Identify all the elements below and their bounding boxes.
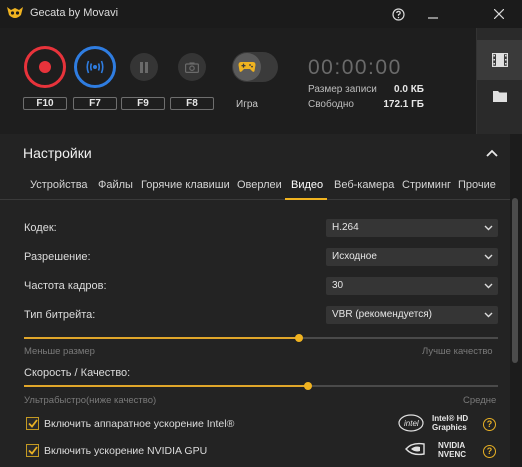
codec-label: Кодек: — [24, 222, 57, 234]
tab-files[interactable]: Файлы — [98, 179, 133, 191]
quality-slider-fill — [24, 337, 299, 339]
codec-value: H.264 — [332, 222, 359, 233]
speed-min-label: Ультрабыстро(ниже качество) — [24, 395, 157, 406]
codec-select[interactable]: H.264 — [326, 219, 498, 237]
recording-timer: 00:00:00 — [308, 56, 402, 79]
folder-button[interactable] — [477, 76, 522, 116]
help-button[interactable] — [381, 0, 415, 28]
side-panel — [476, 28, 522, 134]
chevron-down-icon — [484, 254, 493, 260]
framerate-label: Частота кадров: — [24, 280, 107, 292]
broadcast-icon — [86, 60, 104, 74]
bitrate-value: VBR (рекомендуется) — [332, 309, 432, 320]
nvidia-logo-icon — [405, 442, 425, 456]
record-hotkey: F10 — [23, 97, 67, 110]
chevron-down-icon — [484, 312, 493, 318]
camera-icon — [185, 61, 199, 73]
speed-slider-fill — [24, 385, 308, 387]
svg-text:intel: intel — [404, 419, 419, 428]
speed-slider-handle[interactable] — [304, 382, 312, 390]
tab-streaming[interactable]: Стриминг — [402, 179, 451, 191]
capture-control-panel: F10 F7 F9 F8 Игра 00:00:00 Размер записи… — [0, 28, 476, 134]
resolution-value: Исходное — [332, 251, 377, 262]
record-size-value: 0.0 КБ — [394, 84, 424, 95]
question-circle-icon — [391, 7, 405, 21]
recordings-button[interactable] — [477, 40, 522, 80]
stream-hotkey: F7 — [73, 97, 117, 110]
nvidia-help-icon[interactable]: ? — [483, 445, 496, 458]
active-tab-indicator — [285, 198, 327, 200]
folder-icon — [493, 91, 507, 102]
tab-overlays[interactable]: Оверлеи — [237, 179, 282, 191]
intel-accel-label: Включить аппаратное ускорение Intel® — [44, 418, 235, 430]
intel-hd-graphics-logo: Intel® HD Graphics — [432, 414, 469, 432]
title-bar: Gecata by Movavi — [0, 0, 522, 28]
stream-button[interactable] — [74, 46, 116, 88]
screenshot-hotkey: F8 — [170, 97, 214, 110]
quality-min-label: Меньше размер — [24, 346, 95, 357]
quality-slider[interactable] — [24, 334, 498, 342]
resolution-select[interactable]: Исходное — [326, 248, 498, 266]
pause-button[interactable] — [130, 53, 158, 81]
nvidia-nvenc-logo: NVIDIA NVENC — [438, 441, 467, 459]
chevron-down-icon — [484, 283, 493, 289]
settings-tabs: Устройства Файлы Горячие клавиши Оверлеи… — [0, 172, 510, 200]
intel-logo-icon: intel — [398, 414, 424, 432]
intel-accel-checkbox[interactable] — [26, 417, 39, 430]
tab-devices[interactable]: Устройства — [30, 179, 88, 191]
nvidia-accel-checkbox[interactable] — [26, 444, 39, 457]
screenshot-button[interactable] — [178, 53, 206, 81]
speed-max-label: Средне — [463, 395, 497, 406]
tab-video[interactable]: Видео — [291, 179, 323, 191]
tab-hotkeys[interactable]: Горячие клавиши — [141, 179, 230, 191]
gamepad-icon — [233, 53, 261, 81]
pause-hotkey: F9 — [121, 97, 165, 110]
free-space-value: 172.1 ГБ — [383, 99, 424, 110]
tab-webcam[interactable]: Веб-камера — [334, 179, 394, 191]
tab-other[interactable]: Прочие — [458, 179, 496, 191]
settings-title: Настройки — [23, 145, 92, 161]
speed-quality-label: Скорость / Качество: — [24, 367, 131, 379]
record-button[interactable] — [24, 46, 66, 88]
chevron-up-icon[interactable] — [484, 145, 500, 161]
quality-max-label: Лучше качество — [422, 346, 493, 357]
minimize-icon — [428, 17, 438, 19]
close-icon — [494, 9, 504, 19]
bitrate-select[interactable]: VBR (рекомендуется) — [326, 306, 498, 324]
intel-help-icon[interactable]: ? — [483, 418, 496, 431]
pause-icon — [140, 61, 148, 73]
framerate-value: 30 — [332, 280, 344, 291]
bitrate-label: Тип битрейта: — [24, 309, 96, 321]
chevron-down-icon — [484, 225, 493, 231]
framerate-select[interactable]: 30 — [326, 277, 498, 295]
resolution-label: Разрешение: — [24, 251, 91, 263]
checkmark-icon — [27, 446, 38, 455]
quality-slider-handle[interactable] — [295, 334, 303, 342]
checkmark-icon — [27, 419, 38, 428]
app-title: Gecata by Movavi — [30, 7, 119, 19]
game-mode-label: Игра — [236, 99, 258, 110]
film-strip-icon — [492, 53, 508, 67]
nvidia-accel-label: Включить ускорение NVIDIA GPU — [44, 445, 208, 457]
settings-scrollbar-thumb[interactable] — [512, 198, 518, 363]
close-button[interactable] — [482, 0, 516, 28]
minimize-button[interactable] — [416, 0, 450, 28]
app-logo-icon — [7, 7, 23, 18]
game-mode-toggle[interactable] — [232, 52, 278, 82]
settings-panel: Настройки Устройства Файлы Горячие клави… — [0, 134, 510, 467]
record-dot-icon — [39, 61, 51, 73]
speed-slider[interactable] — [24, 382, 498, 390]
